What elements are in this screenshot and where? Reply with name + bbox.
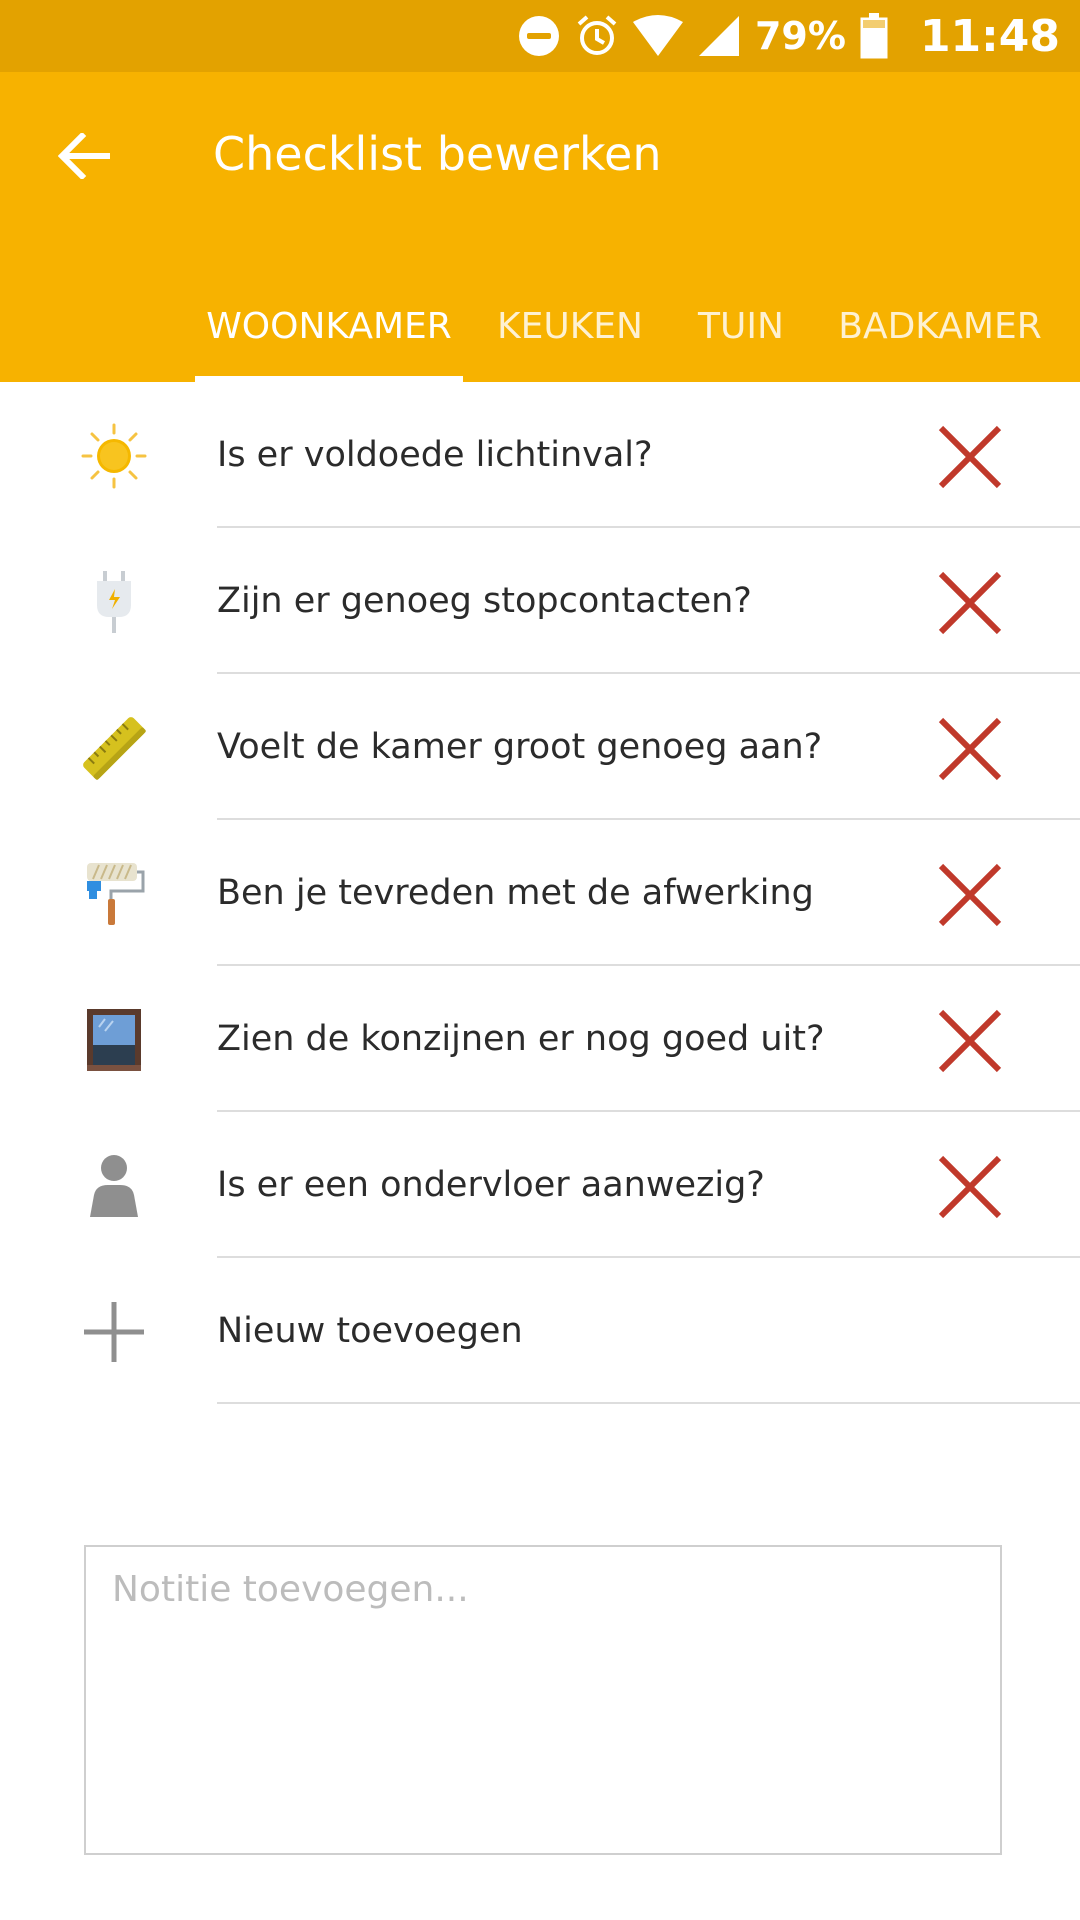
alarm-icon: [575, 14, 619, 58]
list-item[interactable]: Ben je tevreden met de afwerking: [0, 820, 1080, 966]
close-x-icon[interactable]: [935, 568, 1005, 638]
app-bar: Checklist bewerken WOONKAMER KEUKEN TUIN…: [0, 72, 1080, 382]
add-new-label: Nieuw toevoegen: [217, 1311, 523, 1351]
list-item-label: Is er een ondervloer aanwezig?: [217, 1165, 765, 1205]
wifi-icon: [632, 14, 683, 58]
list-item-label: Is er voldoede lichtinval?: [217, 435, 653, 475]
close-x-icon[interactable]: [935, 714, 1005, 784]
tab-badkamer[interactable]: BADKAMER: [835, 272, 1045, 382]
status-bar: 79% 11:48: [0, 0, 1080, 72]
list-item[interactable]: Is er voldoede lichtinval?: [0, 382, 1080, 528]
tab-woonkamer[interactable]: WOONKAMER: [195, 272, 463, 382]
close-x-icon[interactable]: [935, 860, 1005, 930]
back-button[interactable]: [48, 122, 120, 194]
list-item-label: Ben je tevreden met de afwerking: [217, 873, 814, 913]
window-frame-icon: [78, 1004, 150, 1076]
close-x-icon[interactable]: [935, 422, 1005, 492]
paint-roller-icon: [78, 858, 150, 930]
tab-bar: WOONKAMER KEUKEN TUIN BADKAMER: [0, 272, 1080, 382]
do-not-disturb-icon: [517, 14, 561, 58]
add-new-item-button[interactable]: Nieuw toevoegen: [0, 1258, 1080, 1404]
plug-icon: [78, 566, 150, 638]
note-textarea[interactable]: [84, 1545, 1002, 1855]
close-x-icon[interactable]: [935, 1152, 1005, 1222]
tab-keuken[interactable]: KEUKEN: [488, 272, 652, 382]
tab-tuin[interactable]: TUIN: [683, 272, 799, 382]
clock-time: 11:48: [919, 10, 1060, 62]
signal-icon: [697, 14, 741, 58]
list-item-label: Zien de konzijnen er nog goed uit?: [217, 1019, 825, 1059]
plus-icon: [78, 1296, 150, 1368]
page-title: Checklist bewerken: [213, 127, 662, 181]
close-x-icon[interactable]: [935, 1006, 1005, 1076]
checklist: Is er voldoede lichtinval? Zijn er genoe…: [0, 382, 1080, 1404]
battery-percent: 79%: [754, 14, 846, 58]
battery-icon: [860, 13, 888, 59]
list-item[interactable]: Zijn er genoeg stopcontacten?: [0, 528, 1080, 674]
list-item-label: Voelt de kamer groot genoeg aan?: [217, 727, 823, 767]
list-item[interactable]: Zien de konzijnen er nog goed uit?: [0, 966, 1080, 1112]
sun-icon: [78, 420, 150, 492]
list-item[interactable]: Voelt de kamer groot genoeg aan?: [0, 674, 1080, 820]
list-item-label: Zijn er genoeg stopcontacten?: [217, 581, 752, 621]
divider: [217, 1402, 1080, 1404]
ruler-icon: [78, 712, 150, 784]
list-item[interactable]: Is er een ondervloer aanwezig?: [0, 1112, 1080, 1258]
arrow-left-icon: [57, 131, 111, 183]
person-icon: [78, 1150, 150, 1222]
